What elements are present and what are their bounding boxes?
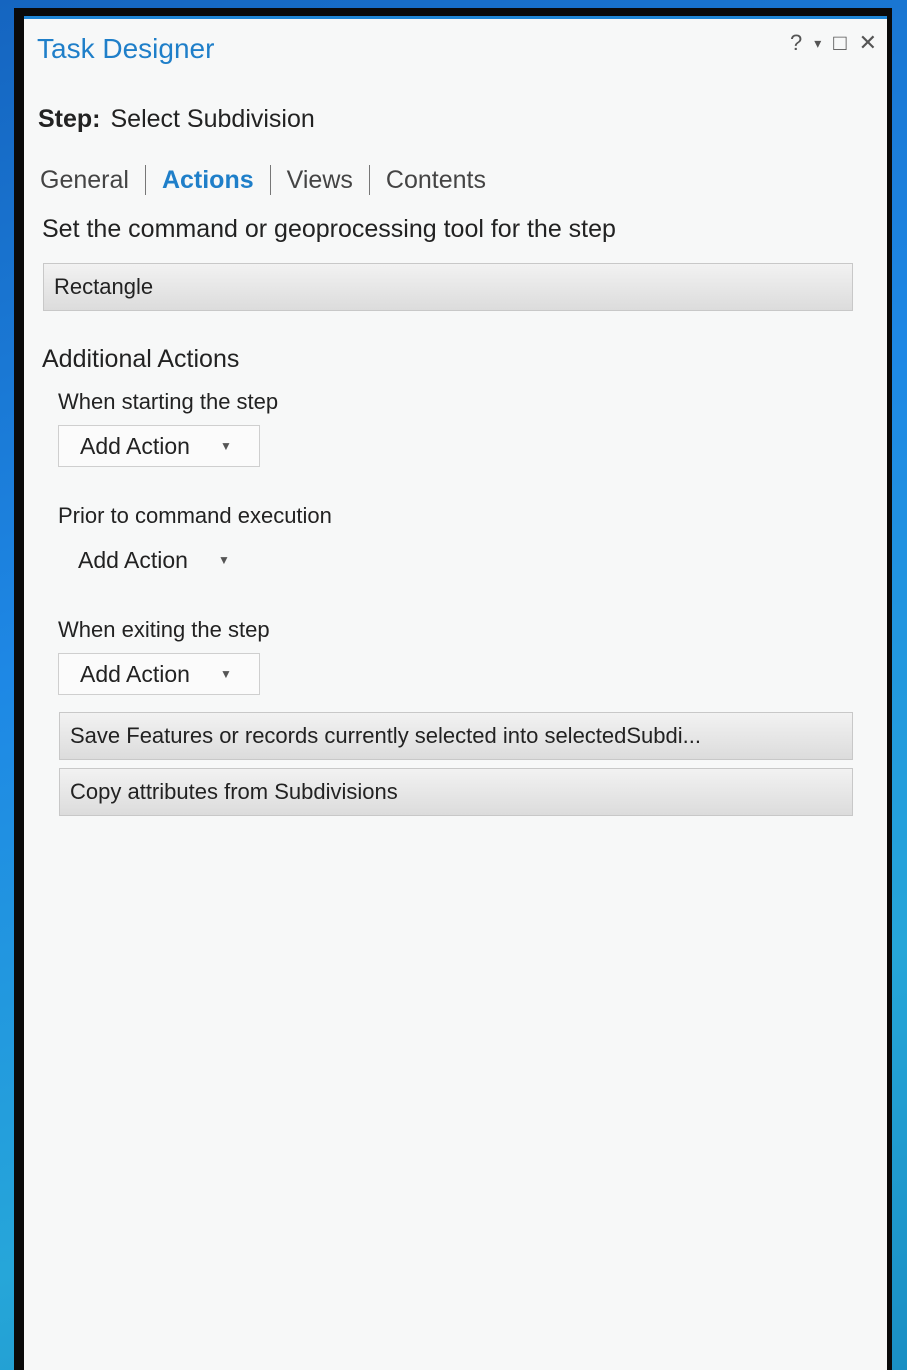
additional-actions-title: Additional Actions [42, 345, 240, 373]
dropdown-arrow-icon: ▼ [217, 553, 230, 567]
step-label: Step: [38, 105, 101, 133]
add-action-label: Add Action [78, 546, 188, 573]
add-action-label: Add Action [80, 660, 190, 687]
task-designer-pane: Task Designer ? ▾ □ ✕ Step: Select Subdiv… [24, 16, 887, 1370]
window-controls: ? ▾ □ ✕ [790, 31, 877, 55]
tab-views[interactable]: Views [287, 166, 353, 195]
prior-execution-label: Prior to command execution [58, 503, 332, 528]
tab-divider [269, 165, 271, 195]
tab-contents[interactable]: Contents [386, 166, 486, 195]
command-heading: Set the command or geoprocessing tool fo… [42, 215, 616, 243]
add-action-label: Add Action [80, 432, 190, 459]
exiting-step-label: When exiting the step [58, 617, 270, 642]
exit-action-item[interactable]: Copy attributes from Subdivisions [59, 768, 853, 816]
step-header: Step: Select Subdivision [38, 105, 315, 134]
add-action-exit-button[interactable]: Add Action ▼ [58, 653, 260, 695]
maximize-icon[interactable]: □ [833, 31, 846, 55]
tab-general[interactable]: General [40, 166, 129, 195]
pane-title: Task Designer [37, 33, 215, 64]
starting-step-label: When starting the step [58, 389, 279, 414]
close-icon[interactable]: ✕ [859, 31, 877, 55]
step-name: Select Subdivision [110, 105, 315, 133]
dropdown-arrow-icon: ▼ [219, 667, 232, 681]
add-action-prior-button[interactable]: Add Action ▼ [56, 539, 258, 581]
dropdown-arrow-icon: ▼ [219, 439, 232, 453]
add-action-start-button[interactable]: Add Action ▼ [58, 425, 260, 467]
pane-options-icon[interactable]: ▾ [814, 31, 821, 55]
exit-action-item[interactable]: Save Features or records currently selec… [59, 712, 853, 760]
command-selector[interactable]: Rectangle [43, 263, 853, 311]
tab-divider [144, 165, 146, 195]
tab-divider [368, 165, 370, 195]
tab-actions[interactable]: Actions [162, 166, 254, 195]
help-icon[interactable]: ? [790, 31, 802, 55]
tab-strip: General Actions Views Contents [40, 165, 486, 195]
